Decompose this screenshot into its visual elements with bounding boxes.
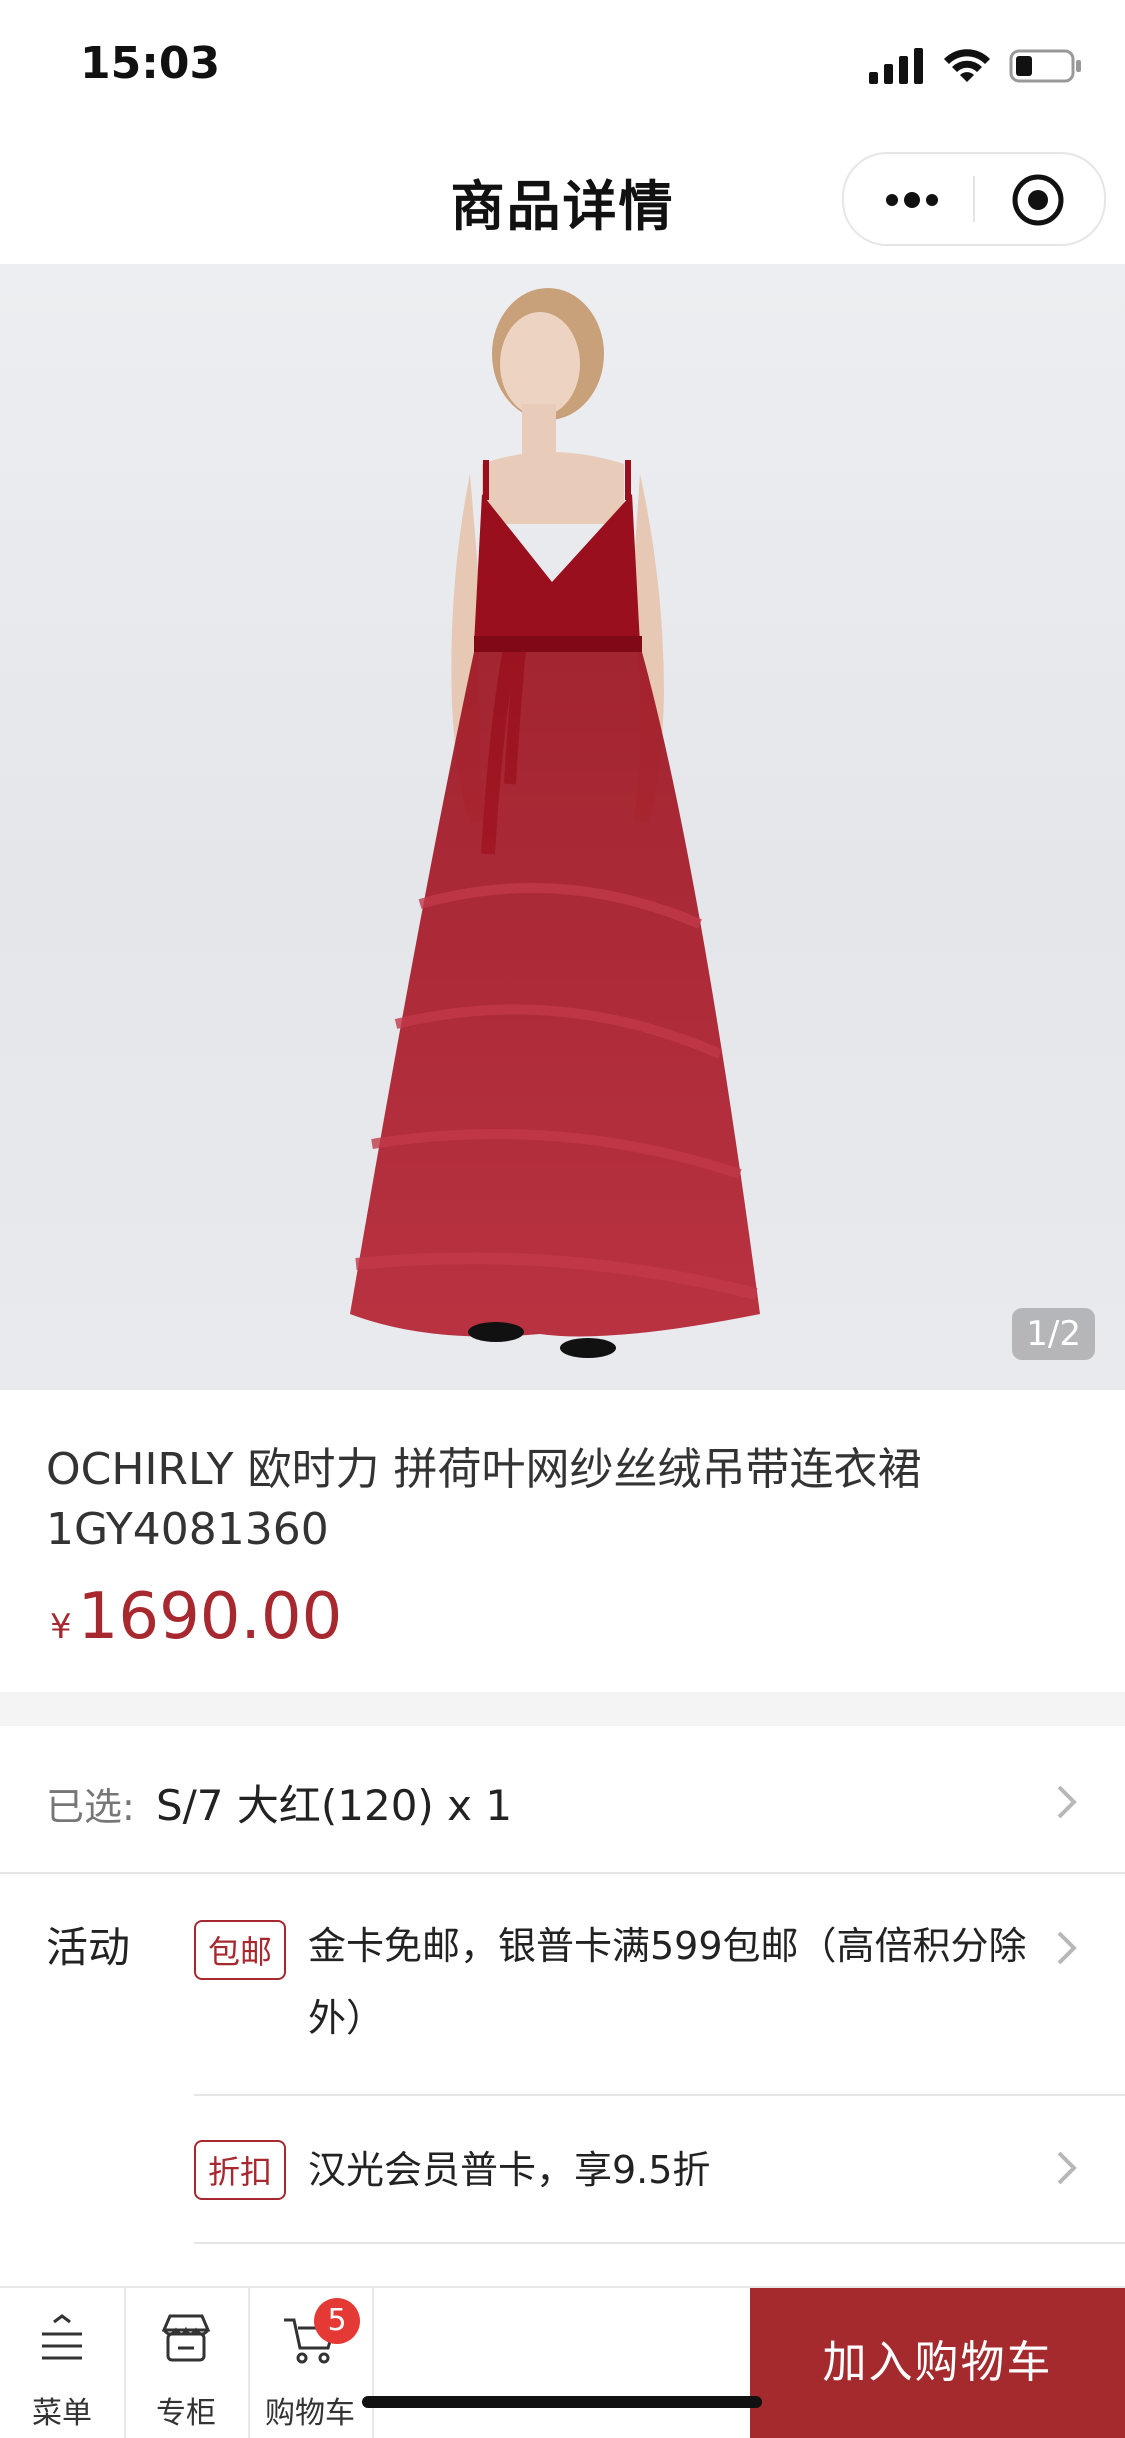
cart-count-badge: 5 xyxy=(314,2298,360,2344)
bottom-action-bar: 菜单 专柜 5 购物车 加入购物车 xyxy=(0,2286,1125,2438)
home-indicator xyxy=(362,2396,762,2408)
tab-menu-label: 菜单 xyxy=(32,2396,92,2431)
dress-model-illustration xyxy=(350,288,760,1358)
close-target-icon[interactable] xyxy=(1010,172,1066,228)
chevron-right-icon xyxy=(1057,1931,1077,1965)
wifi-icon xyxy=(944,49,990,82)
divider xyxy=(194,2094,1125,2096)
image-counter: 1/2 xyxy=(1012,1308,1095,1360)
miniprogram-capsule xyxy=(842,152,1106,246)
chevron-right-icon xyxy=(1057,1785,1077,1819)
divider xyxy=(194,2242,1125,2244)
currency-symbol: ¥ xyxy=(50,1607,72,1647)
tab-counter-label: 专柜 xyxy=(156,2396,216,2431)
status-icons xyxy=(869,44,1083,88)
selected-label: 已选: xyxy=(46,1785,135,1829)
activity-text: 汉光会员普卡，享9.5折 xyxy=(308,2148,711,2192)
battery-icon xyxy=(1009,49,1081,83)
section-spacer xyxy=(0,1692,1125,1726)
divider xyxy=(0,1872,1125,1874)
nav-bar: 商品详情 xyxy=(0,132,1125,264)
add-to-cart-button[interactable]: 加入购物车 xyxy=(750,2288,1125,2438)
status-bar: 15:03 xyxy=(0,0,1125,132)
discount-tag: 折扣 xyxy=(194,2140,286,2200)
selected-value: S/7 大红(120) x 1 xyxy=(156,1781,513,1830)
chevron-right-icon xyxy=(1057,2151,1077,2185)
product-price: ¥1690.00 xyxy=(50,1580,342,1654)
price-amount: 1690.00 xyxy=(77,1580,343,1654)
tab-cart-label: 购物车 xyxy=(265,2396,355,2431)
store-icon xyxy=(161,2314,211,2362)
tab-cart[interactable]: 5 购物车 xyxy=(248,2288,374,2438)
tab-counter[interactable]: 专柜 xyxy=(124,2288,250,2438)
more-icon[interactable] xyxy=(882,180,942,220)
product-image[interactable]: 1/2 xyxy=(0,264,1125,1390)
free-shipping-tag: 包邮 xyxy=(194,1920,286,1980)
selected-spec-row[interactable]: 已选: S/7 大红(120) x 1 xyxy=(0,1726,1125,1874)
activity-label: 活动 xyxy=(46,1923,131,1972)
product-info: OCHIRLY 欧时力 拼荷叶网纱丝绒吊带连衣裙 1GY4081360 ¥169… xyxy=(0,1390,1125,1692)
tab-menu[interactable]: 菜单 xyxy=(0,2288,126,2438)
product-title: OCHIRLY 欧时力 拼荷叶网纱丝绒吊带连衣裙 1GY4081360 xyxy=(46,1444,922,1555)
capsule-divider xyxy=(973,176,975,222)
status-time: 15:03 xyxy=(80,38,221,89)
activity-text: 金卡免邮，银普卡满599包邮（高倍积分除外） xyxy=(308,1924,1027,2040)
menu-icon xyxy=(42,2314,82,2360)
signal-icon xyxy=(869,48,923,84)
